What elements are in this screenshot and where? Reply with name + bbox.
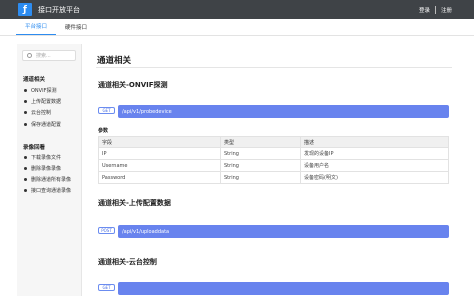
sidebar-item[interactable]: 保存通道配置 xyxy=(24,121,61,128)
logo-glyph: ƒ xyxy=(23,4,27,15)
params-label: 参数 xyxy=(98,128,109,134)
table-row: Password String 设备密码(明文) xyxy=(98,171,449,184)
endpoint-url[interactable] xyxy=(118,282,449,295)
sidebar-item[interactable]: 下载录像文件 xyxy=(24,154,61,161)
login-link[interactable]: 登录 xyxy=(419,6,430,14)
method-badge: GET xyxy=(98,284,115,291)
endpoint-row: POST /api/v1/uploaddata xyxy=(98,225,449,238)
table-cell: IP xyxy=(98,147,221,160)
bullet-icon xyxy=(24,156,27,159)
sidebar-item[interactable]: ONVIF探测 xyxy=(24,87,56,94)
params-table: 字段 类型 描述 IP String 发现的设备IP Username Stri… xyxy=(98,136,449,184)
sidebar-item-label: 接口查询通道录像 xyxy=(31,188,72,194)
column-header: 字段 xyxy=(98,136,221,148)
divider xyxy=(96,67,452,68)
endpoint-url[interactable]: /api/v1/uploaddata xyxy=(118,225,449,238)
sidebar-item-label: 删除录像录像 xyxy=(31,166,62,172)
sidebar-group-title[interactable]: 通道相关 xyxy=(23,75,45,83)
endpoint-row: GET xyxy=(98,282,449,295)
sidebar-item-label: 保存通道配置 xyxy=(31,122,62,128)
column-header: 描述 xyxy=(300,136,449,148)
tab-hardware-api[interactable]: 硬件接口 xyxy=(56,18,96,35)
table-cell: String xyxy=(220,159,301,172)
section-title: 通道相关-上传配置数据 xyxy=(98,199,171,207)
search-icon xyxy=(27,53,32,58)
bullet-icon xyxy=(24,123,27,126)
tab-bar: 平台接口 硬件接口 xyxy=(0,19,474,36)
tab-platform-api[interactable]: 平台接口 xyxy=(16,18,57,35)
sidebar-item[interactable]: 云台控制 xyxy=(24,109,51,116)
divider xyxy=(434,5,436,14)
top-navbar: ƒ 接口开放平台 登录 注册 xyxy=(0,0,474,19)
column-header: 类型 xyxy=(220,136,301,148)
endpoint-row: GET /api/v1/probedevice xyxy=(98,105,449,118)
search-input[interactable]: 搜索... xyxy=(22,50,76,61)
app-title: 接口开放平台 xyxy=(38,5,80,14)
bullet-icon xyxy=(24,89,27,92)
method-badge: POST xyxy=(98,227,115,234)
search-placeholder: 搜索... xyxy=(36,53,51,59)
sidebar: 搜索... 通道相关 ONVIF探测 上传配置数据 云台控制 保存通道配置 录像… xyxy=(17,44,82,296)
endpoint-url[interactable]: /api/v1/probedevice xyxy=(118,105,449,118)
bullet-icon xyxy=(24,178,27,181)
sidebar-group-title[interactable]: 录像回看 xyxy=(23,143,45,151)
table-row: IP String 发现的设备IP xyxy=(98,147,449,160)
sidebar-item[interactable]: 上传配置数据 xyxy=(24,98,61,105)
table-cell: Username xyxy=(98,159,221,172)
auth-links: 登录 注册 xyxy=(419,0,452,19)
page-title: 通道相关 xyxy=(97,56,132,66)
section-title: 通道相关-云台控制 xyxy=(98,258,157,266)
app-logo: ƒ xyxy=(18,3,32,16)
sidebar-item-label: 上传配置数据 xyxy=(31,99,62,105)
sidebar-item-label: 下载录像文件 xyxy=(31,155,62,161)
bullet-icon xyxy=(24,100,27,103)
table-row: Username String 设备用户名 xyxy=(98,159,449,172)
table-cell: String xyxy=(220,147,301,160)
bullet-icon xyxy=(24,189,27,192)
method-badge: GET xyxy=(98,107,115,114)
table-header-row: 字段 类型 描述 xyxy=(98,136,449,148)
register-link[interactable]: 注册 xyxy=(441,6,452,14)
bullet-icon xyxy=(24,111,27,114)
bullet-icon xyxy=(24,167,27,170)
table-cell: String xyxy=(220,171,301,184)
sidebar-item[interactable]: 删除录像录像 xyxy=(24,165,61,172)
table-cell: 设备用户名 xyxy=(300,159,449,172)
table-cell: Password xyxy=(98,171,221,184)
sidebar-item-label: 云台控制 xyxy=(31,110,52,116)
sidebar-item-label: ONVIF探测 xyxy=(31,88,57,94)
sidebar-item-label: 删除通道所有录像 xyxy=(31,177,72,183)
sidebar-item[interactable]: 删除通道所有录像 xyxy=(24,176,71,183)
table-cell: 发现的设备IP xyxy=(300,147,449,160)
table-cell: 设备密码(明文) xyxy=(300,171,449,184)
section-title: 通道相关-ONVIF探测 xyxy=(98,81,168,89)
sidebar-item[interactable]: 接口查询通道录像 xyxy=(24,187,71,194)
